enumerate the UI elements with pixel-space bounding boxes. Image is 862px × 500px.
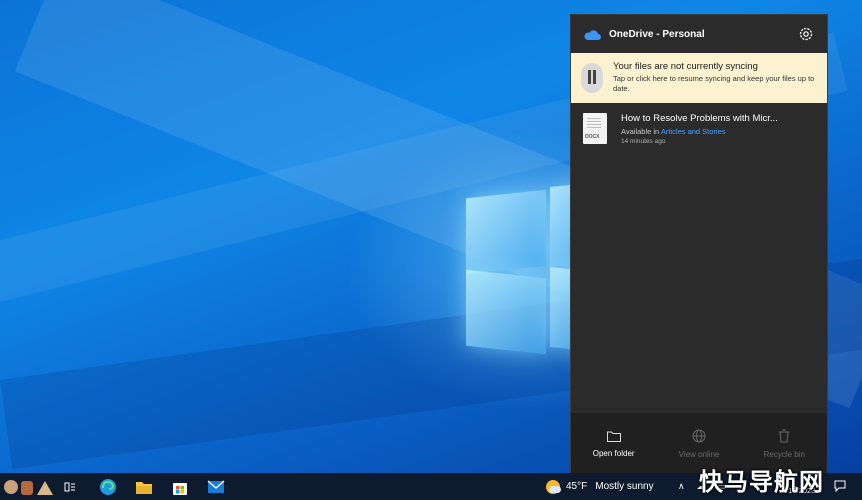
file-location: Available in Articles and Stories <box>621 127 778 136</box>
open-folder-label: Open folder <box>592 448 635 458</box>
notice-title: Your files are not currently syncing <box>613 61 758 72</box>
mail-icon[interactable] <box>198 473 234 500</box>
file-name: How to Resolve Problems with Micr... <box>621 113 778 124</box>
gear-icon[interactable] <box>797 25 815 43</box>
recycle-bin-icon <box>779 429 790 442</box>
view-online-label: View online <box>678 449 720 459</box>
weather-description: Mostly sunny <box>595 481 654 492</box>
partly-sunny-icon <box>546 479 561 494</box>
start-avatar-icons[interactable] <box>0 473 56 500</box>
flyout-header: OneDrive - Personal <box>571 15 827 53</box>
notice-text: Tap or click here to resume syncing and … <box>613 74 815 93</box>
recent-file-item[interactable]: DOCX How to Resolve Problems with Micr..… <box>571 107 827 155</box>
globe-icon <box>692 429 706 442</box>
file-type-tag: DOCX <box>585 134 600 140</box>
file-location-link[interactable]: Articles and Stories <box>661 127 726 136</box>
notification-center-icon[interactable] <box>834 479 846 497</box>
site-watermark: 快马导航网 <box>699 469 824 496</box>
microsoft-store-icon[interactable] <box>162 473 198 500</box>
recycle-bin-button[interactable]: Recycle bin <box>749 428 819 459</box>
folder-icon <box>606 431 621 442</box>
onedrive-flyout: OneDrive - Personal Your files are not c… <box>570 14 828 473</box>
open-folder-button[interactable]: Open folder <box>579 429 649 458</box>
recycle-bin-label: Recycle bin <box>763 449 805 459</box>
sync-paused-notice[interactable]: Your files are not currently syncing Tap… <box>571 53 827 103</box>
flyout-title: OneDrive - Personal <box>609 28 705 40</box>
weather-widget[interactable]: 45°F Mostly sunny <box>546 473 654 500</box>
view-online-button[interactable]: View online <box>664 428 734 459</box>
file-explorer-icon[interactable] <box>126 473 162 500</box>
task-view-icon[interactable] <box>56 473 84 500</box>
weather-temperature: 45°F <box>566 481 588 492</box>
onedrive-cloud-icon <box>583 28 601 40</box>
docx-file-icon: DOCX <box>583 113 607 144</box>
edge-browser-icon[interactable] <box>90 473 126 500</box>
file-location-prefix: Available in <box>621 127 660 136</box>
chevron-up-icon[interactable]: ∧ <box>678 481 685 492</box>
pause-icon <box>581 63 603 93</box>
file-time: 14 minutes ago <box>621 138 666 145</box>
